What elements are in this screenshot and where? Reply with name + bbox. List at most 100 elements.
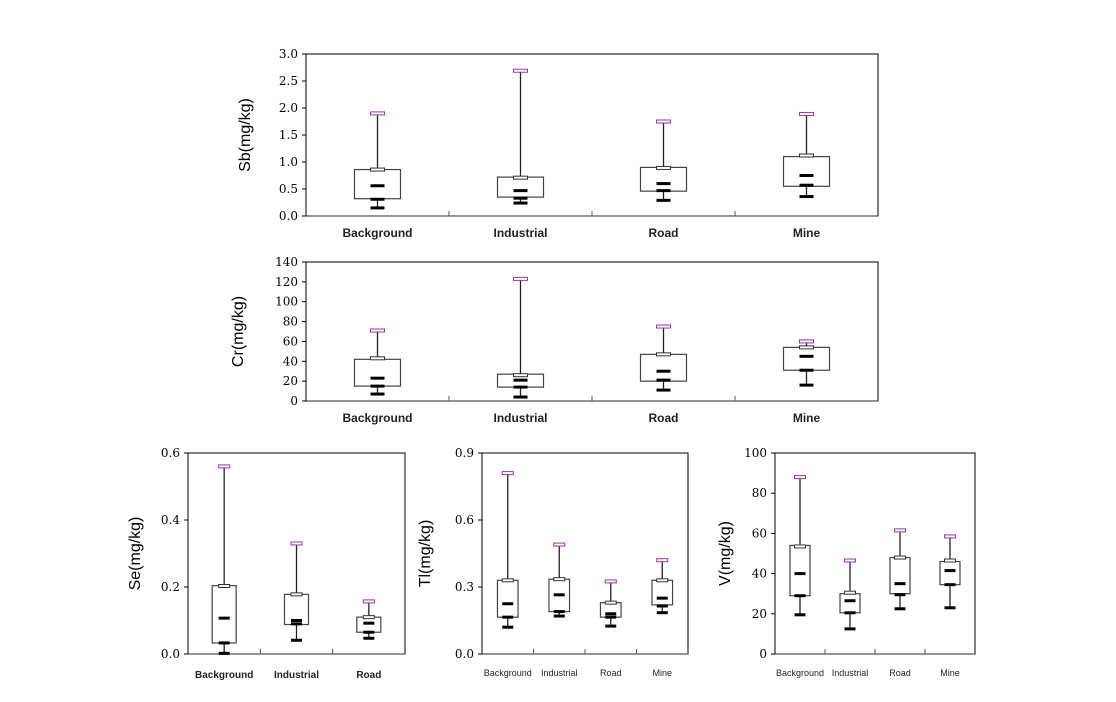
x-category-label: Road: [889, 668, 911, 678]
max-marker: [944, 534, 956, 539]
y-tick-label: 0.9: [455, 446, 474, 460]
box-background: [789, 475, 811, 617]
x-category-label: Industrial: [832, 668, 869, 678]
box-industrial: [548, 542, 571, 618]
y-tick-label: 60: [752, 526, 767, 540]
box-background: [211, 464, 237, 655]
y-tick-label: 40: [752, 567, 767, 581]
iqr-box: [782, 156, 831, 187]
x-category-label: Background: [342, 226, 412, 240]
y-axis-label: Sb(mg/kg): [237, 98, 254, 172]
y-tick-label: 0.0: [161, 647, 180, 661]
box-background: [496, 471, 519, 629]
max-marker: [370, 111, 385, 116]
y-tick-label: 140: [275, 255, 298, 269]
iqr-box: [839, 593, 861, 614]
box-industrial: [496, 68, 545, 205]
x-category-label: Mine: [652, 668, 672, 678]
cr-boxplot-panel: 0 20 40 60 80 100 120 140 Cr(mg/kg) Background Ind…: [0, 250, 1116, 440]
y-tick-label: 100: [275, 295, 298, 309]
iqr-box: [356, 616, 382, 633]
max-marker: [656, 558, 669, 563]
y-tick-label: 80: [283, 315, 298, 329]
max-marker: [553, 542, 566, 547]
max-marker: [604, 579, 617, 584]
iqr-box: [639, 166, 688, 192]
p90-marker: [553, 577, 566, 582]
plot-frame: [481, 452, 689, 655]
p90-marker: [894, 555, 906, 560]
box-mine: [651, 558, 674, 615]
y-tick-label: 0.5: [279, 182, 298, 196]
max-marker: [656, 324, 671, 329]
p90-marker: [844, 590, 856, 595]
y-tick-label: 20: [752, 607, 767, 621]
iqr-box: [353, 358, 402, 387]
x-category-label: Background: [776, 668, 824, 678]
y-tick-label: 60: [283, 334, 298, 348]
p90-marker: [513, 175, 528, 180]
x-category-label: Mine: [940, 668, 960, 678]
iqr-box: [211, 585, 237, 644]
box-mine: [782, 111, 831, 199]
box-mine: [782, 339, 831, 387]
max-marker: [513, 68, 528, 73]
p90-marker: [218, 583, 231, 588]
p90-marker: [604, 600, 617, 605]
p90-marker: [513, 373, 528, 378]
max-marker: [218, 464, 231, 469]
p90-marker: [794, 544, 806, 549]
p90-marker: [799, 345, 814, 350]
y-tick-label: 2.0: [279, 101, 298, 115]
y-tick-label: 80: [752, 486, 767, 500]
max-marker: [362, 599, 375, 604]
max-marker: [799, 339, 814, 344]
x-category-label: Background: [484, 668, 532, 678]
p90-marker: [656, 165, 671, 170]
y-tick-label: 0.2: [161, 580, 180, 594]
y-axis-label: Se(mg/kg): [127, 517, 144, 591]
sb-boxplot: 0.0 0.5 1.0 1.5 2.0 2.5 3.0 Sb(mg/kg) Background…: [237, 47, 879, 240]
y-tick-label: 0: [290, 394, 298, 408]
max-marker: [290, 541, 303, 546]
y-tick-label: 120: [275, 275, 298, 289]
box-industrial: [839, 558, 861, 631]
v-boxplot: 0 20 40 60 80 100 V(mg/kg) Background Industrial…: [717, 446, 976, 678]
y-tick-label: 40: [283, 354, 298, 368]
x-category-label: Industrial: [493, 226, 547, 240]
max-marker: [501, 471, 514, 476]
y-tick-label: 0.3: [455, 580, 474, 594]
max-marker: [370, 328, 385, 333]
sb-boxplot-panel: 0.0 0.5 1.0 1.5 2.0 2.5 3.0 Sb(mg/kg) Background…: [0, 0, 1116, 250]
x-category-label: Road: [600, 668, 622, 678]
box-road: [889, 528, 911, 611]
p90-marker: [370, 167, 385, 172]
box-road: [356, 599, 382, 640]
y-tick-label: 0: [759, 647, 767, 661]
max-marker: [799, 111, 814, 116]
cr-boxplot: 0 20 40 60 80 100 120 140 Cr(mg/kg) Background Ind…: [230, 255, 879, 425]
iqr-box: [782, 346, 831, 371]
max-marker: [513, 276, 528, 281]
x-category-label: Mine: [793, 226, 821, 240]
box-road: [599, 579, 622, 628]
se-boxplot: 0.0 0.2 0.4 0.6 Se(mg/kg) Background Industria…: [127, 446, 406, 681]
box-background: [353, 328, 402, 396]
max-marker: [894, 528, 906, 533]
iqr-box: [651, 579, 674, 606]
p90-marker: [362, 615, 375, 620]
iqr-box: [939, 560, 961, 586]
v-boxplot-panel: 0 20 40 60 80 100 V(mg/kg) Background Industrial…: [715, 440, 1015, 702]
y-tick-label: 0.4: [161, 513, 180, 527]
max-marker: [656, 119, 671, 124]
y-tick-label: 0.0: [279, 209, 298, 223]
y-tick-label: 1.0: [279, 155, 298, 169]
p90-marker: [370, 356, 385, 361]
y-tick-label: 2.5: [279, 74, 298, 88]
y-tick-label: 0.6: [161, 446, 180, 460]
y-axis-label: Cr(mg/kg): [230, 296, 247, 367]
x-category-label: Industrial: [274, 670, 319, 681]
iqr-box: [496, 176, 545, 198]
y-axis-label: Tl(mg/kg): [417, 520, 434, 588]
x-category-label: Industrial: [493, 411, 547, 425]
